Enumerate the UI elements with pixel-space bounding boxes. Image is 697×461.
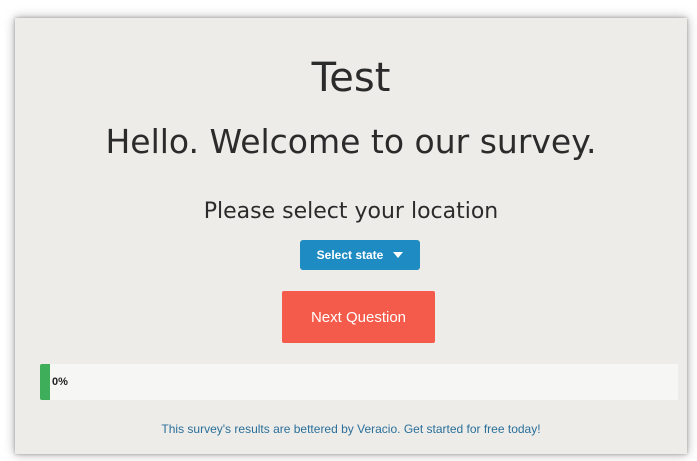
next-question-button[interactable]: Next Question <box>282 291 435 343</box>
progress-fill <box>40 364 50 400</box>
question-text: Please select your location <box>203 199 499 224</box>
state-select-dropdown[interactable]: Select state <box>300 240 420 270</box>
survey-title: Test <box>311 55 391 101</box>
progress-percent: 0% <box>52 376 68 388</box>
survey-window: Test Hello. Welcome to our survey. Pleas… <box>15 18 687 454</box>
state-select-value: Select state <box>316 248 384 262</box>
progress-bar: 0% <box>40 364 678 400</box>
welcome-heading: Hello. Welcome to our survey. <box>105 122 597 161</box>
caret-down-icon <box>393 252 404 258</box>
footer-promo-link[interactable]: This survey's results are bettered by Ve… <box>15 422 687 436</box>
